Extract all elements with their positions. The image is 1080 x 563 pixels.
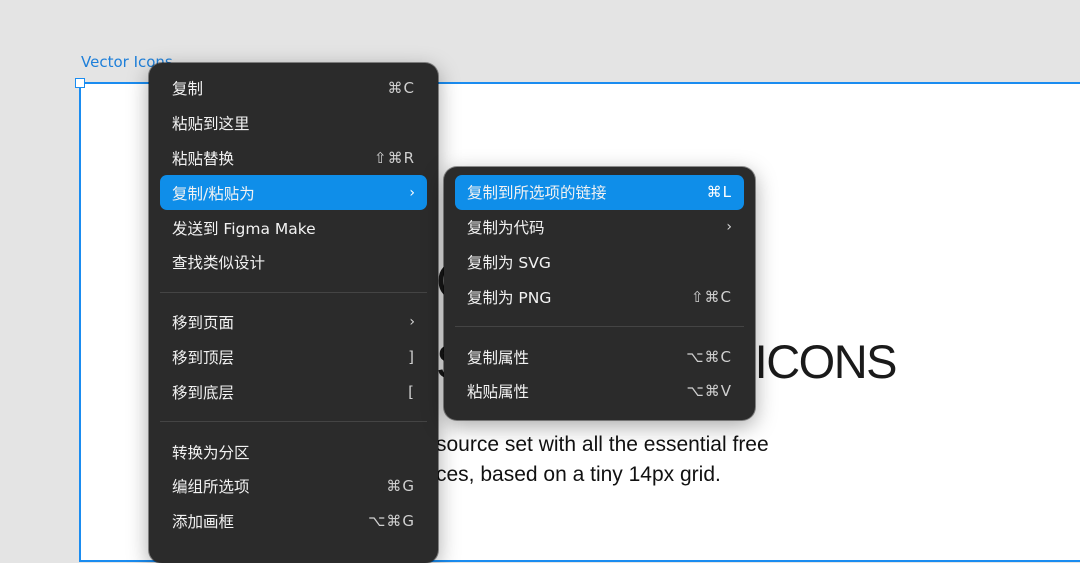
menu-item-label: 复制属性 (467, 348, 530, 367)
menu-item-label: 移到顶层 (172, 348, 235, 367)
canvas-description-line1: source set with all the essential free (436, 433, 769, 456)
resize-handle[interactable] (75, 78, 85, 88)
menu-item-shortcut: ⌥⌘C (686, 347, 732, 366)
menu-item-shortcut: ⌥⌘V (686, 382, 732, 401)
menu-item-shortcut: ] (408, 347, 415, 366)
menu-item-bring-to-front[interactable]: 移到顶层 ] (160, 340, 427, 375)
chevron-right-icon: › (409, 184, 415, 201)
menu-item-convert-to-section[interactable]: 转换为分区 (160, 434, 427, 469)
menu-item-shortcut: ⌘G (386, 477, 415, 496)
menu-item-send-to-back[interactable]: 移到底层 [ (160, 374, 427, 409)
chevron-right-icon: › (409, 314, 415, 331)
menu-item-move-to-page[interactable]: 移到页面 › (160, 305, 427, 340)
menu-item-copy-as-code[interactable]: 复制为代码 › (455, 210, 744, 245)
menu-separator (160, 421, 427, 423)
menu-separator (160, 291, 427, 293)
menu-item-label: 复制为 PNG (467, 288, 552, 307)
menu-item-group-selection[interactable]: 编组所选项 ⌘G (160, 469, 427, 504)
menu-item-paste-properties[interactable]: 粘贴属性 ⌥⌘V (455, 374, 744, 409)
menu-item-copy-link-to-selection[interactable]: 复制到所选项的链接 ⌘L (455, 175, 744, 210)
menu-item-copy[interactable]: 复制 ⌘C (160, 71, 427, 106)
menu-item-label: 复制为代码 (467, 219, 545, 238)
menu-item-label: 复制为 SVG (467, 253, 551, 272)
canvas-description-line2: ces, based on a tiny 14px grid. (436, 463, 721, 486)
menu-item-label: 复制 (172, 80, 204, 99)
menu-separator (455, 326, 744, 328)
submenu-copy-paste-as: 复制到所选项的链接 ⌘L 复制为代码 › 复制为 SVG 复制为 PNG ⇧⌘C… (444, 167, 755, 420)
menu-item-label: 查找类似设计 (172, 254, 266, 273)
context-menu: 复制 ⌘C 粘贴到这里 粘贴替换 ⇧⌘R 复制/粘贴为 › 发送到 Figma … (149, 63, 438, 563)
menu-item-label: 移到页面 (172, 314, 235, 333)
canvas-description: source set with all the essential free c… (436, 430, 769, 490)
menu-item-copy-paste-as[interactable]: 复制/粘贴为 › (160, 175, 427, 211)
menu-item-shortcut: ⌥⌘G (368, 512, 415, 531)
menu-item-shortcut: [ (408, 382, 415, 401)
menu-item-shortcut: ⇧⌘R (374, 148, 415, 167)
menu-item-label: 粘贴属性 (467, 383, 530, 402)
menu-item-find-similar[interactable]: 查找类似设计 (160, 245, 427, 280)
menu-item-shortcut: ⌘C (387, 79, 415, 98)
menu-item-label: 转换为分区 (172, 443, 250, 462)
chevron-right-icon: › (726, 219, 732, 236)
menu-item-label: 粘贴替换 (172, 149, 235, 168)
menu-item-copy-properties[interactable]: 复制属性 ⌥⌘C (455, 339, 744, 374)
menu-item-label: 复制到所选项的链接 (467, 184, 607, 203)
menu-item-label: 发送到 Figma Make (172, 219, 316, 238)
menu-item-label: 复制/粘贴为 (172, 184, 255, 203)
menu-item-label: 编组所选项 (172, 478, 250, 497)
menu-item-shortcut: ⌘L (706, 183, 732, 202)
menu-item-add-frame[interactable]: 添加画框 ⌥⌘G (160, 504, 427, 539)
menu-item-paste-here[interactable]: 粘贴到这里 (160, 106, 427, 141)
menu-item-shortcut: ⇧⌘C (690, 287, 732, 306)
menu-item-send-to-figma-make[interactable]: 发送到 Figma Make (160, 210, 427, 245)
menu-item-copy-as-svg[interactable]: 复制为 SVG (455, 245, 744, 280)
menu-item-label: 添加画框 (172, 513, 235, 532)
menu-item-copy-as-png[interactable]: 复制为 PNG ⇧⌘C (455, 279, 744, 314)
menu-item-label: 粘贴到这里 (172, 115, 250, 134)
menu-item-label: 移到底层 (172, 383, 235, 402)
canvas-heading-right: ICONS (754, 335, 898, 388)
menu-item-paste-replace[interactable]: 粘贴替换 ⇧⌘R (160, 141, 427, 176)
